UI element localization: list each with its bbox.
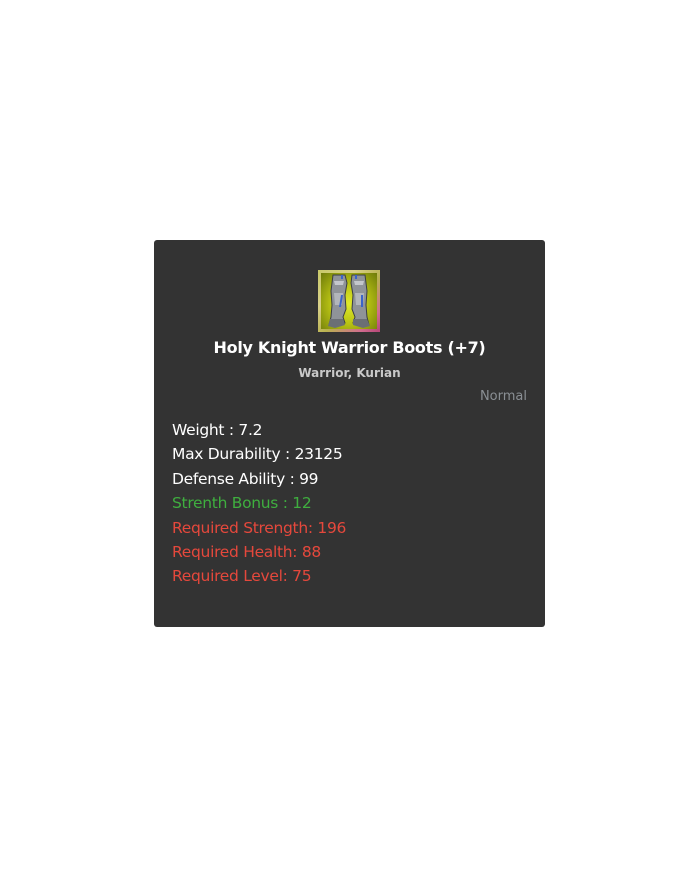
item-stats: Weight : 7.2 Max Durability : 23125 Defe… <box>172 418 346 589</box>
stat-required-level: Required Level: 75 <box>172 567 312 586</box>
stat-max-durability: Max Durability : 23125 <box>172 445 343 464</box>
stat-defense-ability: Defense Ability : 99 <box>172 469 319 488</box>
item-grade: Normal <box>479 389 527 404</box>
item-name: Holy Knight Warrior Boots (+7) <box>213 338 486 357</box>
item-tooltip: Holy Knight Warrior Boots (+7) Warrior, … <box>154 240 545 627</box>
stat-required-health: Required Health: 88 <box>172 542 321 561</box>
item-classes: Warrior, Kurian <box>298 366 401 380</box>
stat-required-strength: Required Strength: 196 <box>172 518 347 537</box>
boots-icon <box>318 270 380 332</box>
stat-strength-bonus: Strenth Bonus : 12 <box>172 494 312 513</box>
stat-weight: Weight : 7.2 <box>172 421 263 439</box>
